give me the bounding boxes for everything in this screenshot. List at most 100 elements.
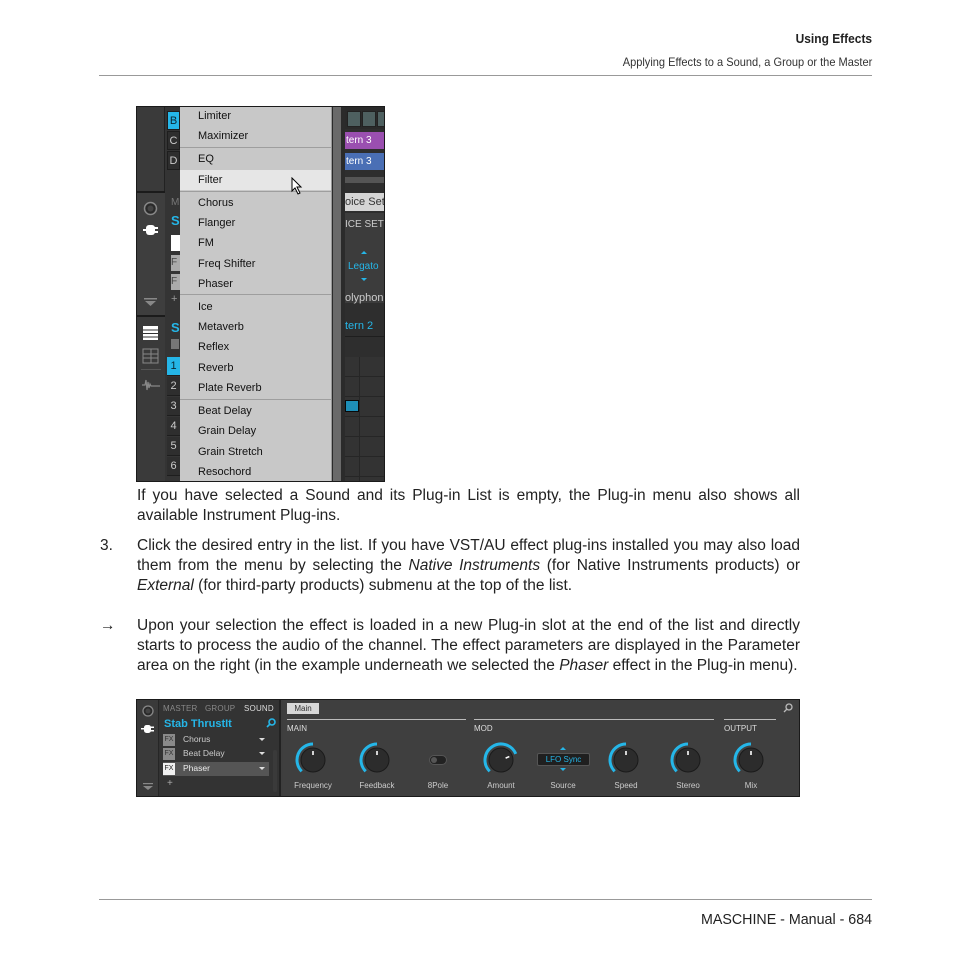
paragraph-step-3: Click the desired entry in the list. If … [137, 536, 800, 596]
menu-item-eq[interactable]: EQ [180, 149, 331, 169]
menu-item-grain-delay[interactable]: Grain Delay [180, 421, 331, 441]
menu-item-grain-stretch[interactable]: Grain Stretch [180, 442, 331, 462]
search-icon[interactable] [783, 703, 793, 713]
section-title: Applying Effects to a Sound, a Group or … [622, 55, 872, 69]
plugin-list-scrollbar[interactable] [273, 750, 277, 792]
menu-item-plate-reverb[interactable]: Plate Reverb [180, 378, 331, 398]
add-plugin-button[interactable]: + [167, 778, 173, 789]
increment-arrow-icon[interactable] [560, 747, 566, 750]
fx-badge[interactable]: FX [163, 763, 175, 775]
pattern-slot[interactable] [362, 111, 376, 127]
footer-divider [99, 899, 872, 900]
plugin-slot[interactable]: FX Beat Delay [163, 747, 269, 761]
menu-item-chorus[interactable]: Chorus [180, 193, 331, 213]
tab-sound[interactable]: SOUND [244, 704, 274, 713]
8pole-switch[interactable] [429, 755, 447, 765]
paragraph-result: Upon your selection the effect is loaded… [137, 616, 800, 676]
collapse-icon[interactable] [143, 297, 158, 307]
menu-item-ice[interactable]: Ice [180, 297, 331, 317]
menu-item-phaser[interactable]: Phaser [180, 274, 331, 294]
page-tab-main[interactable]: Main [287, 703, 319, 714]
note-event[interactable] [345, 400, 359, 412]
timeline-bar [345, 177, 384, 183]
knob-frequency[interactable] [293, 740, 333, 780]
pattern-slot[interactable] [347, 111, 361, 127]
plugin-slot[interactable]: FX Chorus [163, 733, 269, 747]
left-bar-section-top [137, 107, 165, 193]
pattern-name[interactable]: tern 2 [345, 320, 373, 332]
sound-name-fragment: S [171, 213, 180, 228]
knob-body[interactable] [488, 747, 514, 773]
pad-button[interactable]: 1 [167, 357, 180, 376]
plugin-slot-selected[interactable]: FX Phaser [163, 762, 269, 776]
mouse-pointer-icon [291, 177, 303, 195]
step3-text-c: (for third-party products) submenu at th… [193, 577, 573, 594]
fx-badge[interactable]: FX [163, 734, 175, 746]
menu-scrollbar[interactable] [333, 107, 341, 481]
voice-settings-tab[interactable]: oice Set [345, 193, 384, 211]
volume-knob-icon[interactable] [143, 201, 158, 216]
fx-badge[interactable]: FX [163, 748, 175, 760]
knob-stereo[interactable] [668, 740, 708, 780]
pad-button[interactable]: 3 [167, 397, 180, 416]
knob-amount[interactable] [481, 740, 521, 780]
collapse-icon[interactable] [142, 783, 154, 791]
param-label-mix: Mix [744, 781, 758, 790]
tab-master[interactable]: MASTER [163, 704, 198, 713]
menu-item-limiter[interactable]: Limiter [180, 107, 331, 126]
master-tab-fragment[interactable]: M [171, 197, 179, 208]
group-button[interactable]: C [167, 131, 180, 150]
param-label-source: Source [550, 781, 576, 790]
volume-knob-icon[interactable] [142, 705, 154, 717]
pattern-clip[interactable]: tern 3 [345, 132, 384, 149]
group-button[interactable]: D [167, 151, 180, 170]
menu-item-flanger[interactable]: Flanger [180, 213, 331, 233]
group-label-output: OUTPUT [724, 724, 757, 733]
decrement-arrow-icon[interactable] [560, 768, 566, 771]
knob-feedback[interactable] [357, 740, 397, 780]
waveform-icon[interactable] [141, 377, 161, 393]
pad-button[interactable]: 4 [167, 417, 180, 436]
sound-name[interactable]: Stab ThrustIt [164, 718, 232, 730]
pad-button[interactable]: 5 [167, 437, 180, 456]
plugin-menu-screenshot: B C D M S F F + S 1 2 3 4 5 6 Limiter Ma… [136, 106, 385, 482]
menu-item-reflex[interactable]: Reflex [180, 337, 331, 357]
param-label-amount: Amount [487, 781, 515, 790]
pattern-clip[interactable]: tern 3 [345, 153, 384, 170]
pattern-slot[interactable] [377, 111, 384, 127]
plugin-plug-icon[interactable] [141, 724, 155, 734]
pad-button[interactable]: 6 [167, 457, 180, 476]
menu-item-reverb[interactable]: Reverb [180, 358, 331, 378]
add-slot-fragment[interactable]: + [171, 293, 177, 305]
menu-item-freq-shifter[interactable]: Freq Shifter [180, 254, 331, 274]
knob-mix[interactable] [731, 740, 771, 780]
knob-speed[interactable] [606, 740, 646, 780]
left-icon-bar [137, 700, 159, 796]
tab-group[interactable]: GROUP [205, 704, 235, 713]
group-button[interactable]: B [167, 111, 180, 130]
dropdown-arrow-icon[interactable] [259, 738, 265, 741]
plugin-slot-fragment[interactable] [171, 235, 180, 251]
pattern-grid[interactable] [345, 357, 384, 481]
search-icon[interactable] [266, 718, 276, 728]
menu-item-maximizer[interactable]: Maximizer [180, 126, 331, 146]
result-arrow: → [100, 617, 116, 634]
pattern-slots-row [345, 107, 384, 129]
menu-item-filter[interactable]: Filter [180, 170, 331, 190]
menu-separator [180, 399, 331, 400]
dropdown-arrow-icon[interactable] [259, 752, 265, 755]
plugin-plug-icon[interactable] [143, 224, 159, 236]
group-label-mod: MOD [474, 724, 493, 733]
menu-item-fm[interactable]: FM [180, 233, 331, 253]
decrement-arrow-icon[interactable] [361, 278, 367, 281]
menu-item-beat-delay[interactable]: Beat Delay [180, 401, 331, 421]
pattern-editor-icon[interactable] [142, 325, 159, 341]
dropdown-arrow-icon[interactable] [259, 767, 265, 770]
source-selector[interactable]: LFO Sync [537, 753, 590, 766]
menu-item-resochord[interactable]: Resochord [180, 462, 331, 481]
legato-value[interactable]: Legato [348, 261, 379, 272]
increment-arrow-icon[interactable] [361, 251, 367, 254]
pad-button[interactable]: 2 [167, 377, 180, 396]
keyboard-view-icon[interactable] [142, 348, 159, 364]
menu-item-metaverb[interactable]: Metaverb [180, 317, 331, 337]
